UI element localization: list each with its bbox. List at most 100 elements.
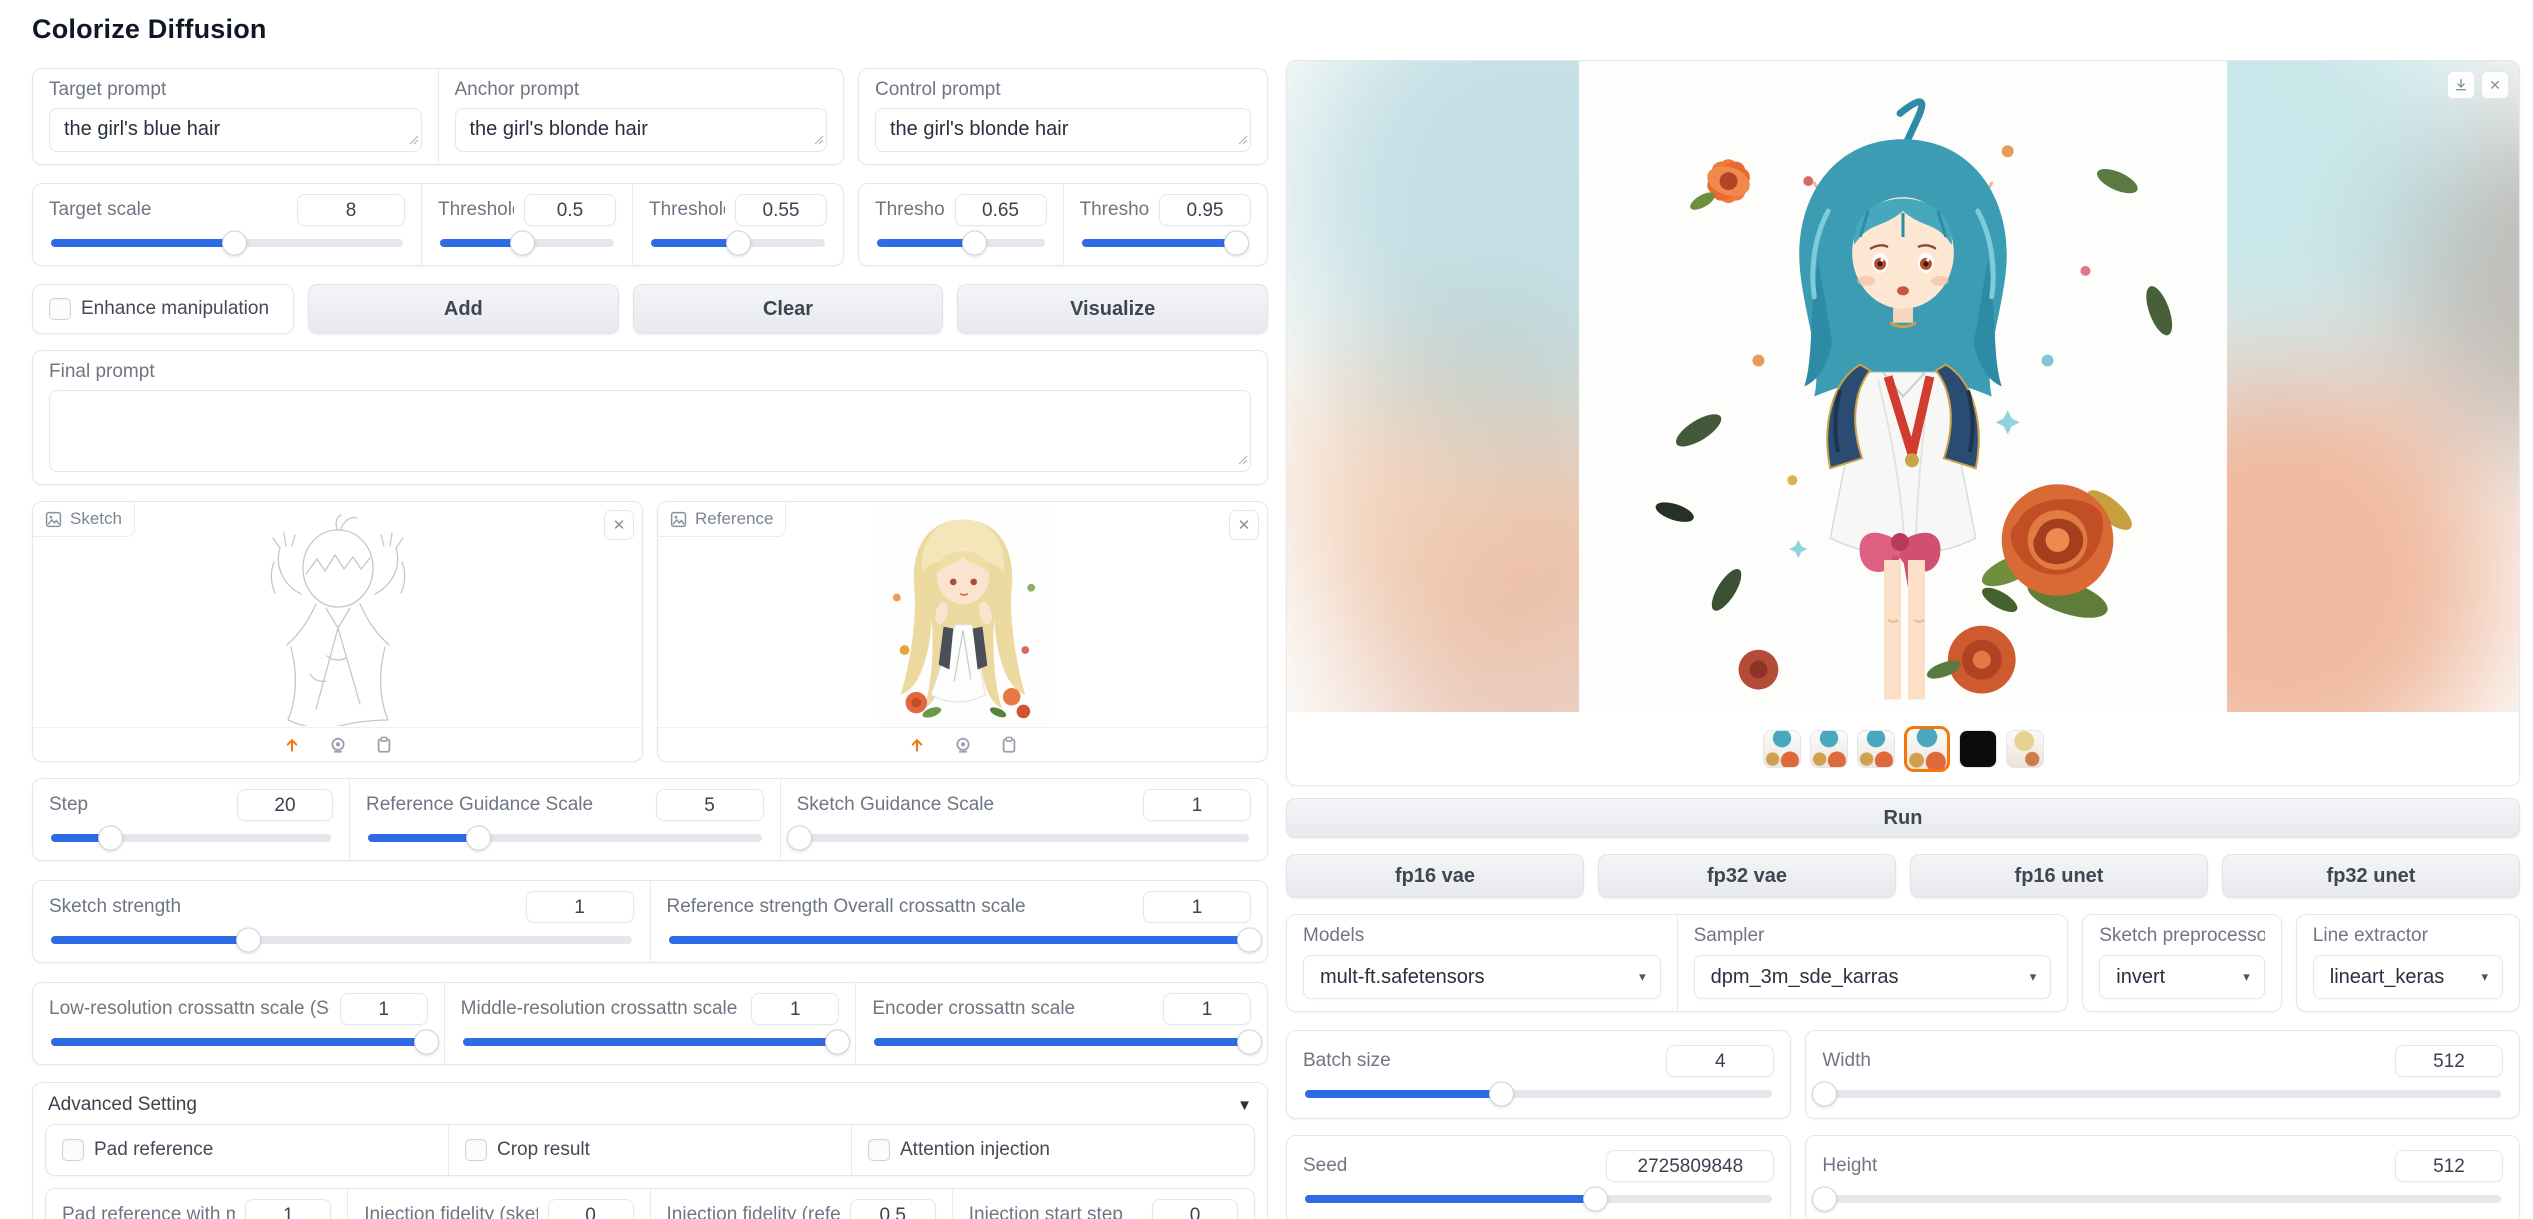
reference-guidance-slider[interactable] — [368, 834, 762, 842]
sketch-strength-slider[interactable] — [51, 936, 632, 944]
slider-handle[interactable] — [466, 826, 491, 851]
result-image[interactable] — [1579, 61, 2227, 712]
resize-handle-icon[interactable] — [1236, 133, 1248, 145]
reference-image-panel[interactable]: Reference ✕ — [657, 501, 1268, 762]
sketch-close-button[interactable]: ✕ — [604, 510, 634, 540]
threshold3-input[interactable]: 0.95 — [1159, 194, 1251, 226]
visualize-button[interactable]: Visualize — [957, 284, 1268, 334]
width-input[interactable]: 512 — [2395, 1045, 2503, 1077]
reference-guidance-input[interactable]: 5 — [656, 789, 764, 821]
checkbox-icon[interactable] — [49, 298, 71, 320]
pad-reference-checkbox[interactable]: Pad reference — [46, 1125, 448, 1175]
upload-icon[interactable] — [283, 736, 301, 754]
lowres-input[interactable]: 1 — [340, 993, 428, 1025]
sketch-guidance-input[interactable]: 1 — [1143, 789, 1251, 821]
slider-handle[interactable] — [726, 231, 751, 256]
pad-margin-input[interactable]: 1 — [245, 1199, 331, 1219]
slider-handle[interactable] — [787, 826, 812, 851]
height-slider[interactable] — [1824, 1195, 2501, 1203]
clipboard-icon[interactable] — [1000, 736, 1018, 754]
threshold1-slider[interactable] — [651, 239, 825, 247]
step-slider[interactable] — [51, 834, 331, 842]
injection-start-input[interactable]: 0 — [1152, 1199, 1238, 1219]
threshold0-slider[interactable] — [440, 239, 614, 247]
sampler-dropdown[interactable]: dpm_3m_sde_karras ▾ — [1694, 955, 2052, 999]
gallery-thumbnail-1[interactable] — [1763, 730, 1801, 768]
webcam-icon[interactable] — [329, 736, 347, 754]
slider-handle[interactable] — [1224, 231, 1249, 256]
fp32-unet-button[interactable]: fp32 unet — [2222, 854, 2520, 898]
gallery-thumbnail-4-selected[interactable] — [1904, 726, 1950, 772]
injection-sketch-input[interactable]: 0 — [548, 1199, 634, 1219]
encoder-input[interactable]: 1 — [1163, 993, 1251, 1025]
width-slider[interactable] — [1824, 1090, 2501, 1098]
reference-strength-slider[interactable] — [669, 936, 1250, 944]
sketch-strength-input[interactable]: 1 — [526, 891, 634, 923]
clear-button[interactable]: Clear — [633, 284, 944, 334]
slider-handle[interactable] — [1237, 928, 1262, 953]
line-extractor-dropdown[interactable]: lineart_keras ▾ — [2313, 955, 2503, 999]
slider-handle[interactable] — [962, 231, 987, 256]
gallery-thumbnail-6[interactable] — [2006, 730, 2044, 768]
slider-handle[interactable] — [236, 928, 261, 953]
batch-size-input[interactable]: 4 — [1666, 1045, 1774, 1077]
injection-reference-input[interactable]: 0.5 — [850, 1199, 936, 1219]
checkbox-icon[interactable] — [868, 1139, 890, 1161]
gallery-thumbnail-5[interactable] — [1959, 730, 1997, 768]
upload-icon[interactable] — [908, 736, 926, 754]
webcam-icon[interactable] — [954, 736, 972, 754]
run-button[interactable]: Run — [1286, 798, 2520, 838]
midres-slider[interactable] — [463, 1038, 838, 1046]
slider-handle[interactable] — [1583, 1187, 1608, 1212]
slider-handle[interactable] — [222, 231, 247, 256]
fp16-unet-button[interactable]: fp16 unet — [1910, 854, 2208, 898]
threshold2-input[interactable]: 0.65 — [955, 194, 1047, 226]
enhance-manipulation-checkbox[interactable]: Enhance manipulation — [32, 284, 294, 334]
fp32-vae-button[interactable]: fp32 vae — [1598, 854, 1896, 898]
target-scale-slider[interactable] — [51, 239, 403, 247]
checkbox-icon[interactable] — [465, 1139, 487, 1161]
seed-slider[interactable] — [1305, 1195, 1772, 1203]
threshold2-slider[interactable] — [877, 239, 1045, 247]
threshold0-input[interactable]: 0.5 — [524, 194, 616, 226]
target-prompt-input[interactable]: the girl's blue hair — [49, 108, 422, 152]
clipboard-icon[interactable] — [375, 736, 393, 754]
sketch-guidance-slider[interactable] — [799, 834, 1249, 842]
reference-strength-input[interactable]: 1 — [1143, 891, 1251, 923]
slider-handle[interactable] — [1237, 1030, 1262, 1055]
reference-close-button[interactable]: ✕ — [1229, 510, 1259, 540]
models-dropdown[interactable]: mult-ft.safetensors ▾ — [1303, 955, 1661, 999]
add-button[interactable]: Add — [308, 284, 619, 334]
slider-handle[interactable] — [1489, 1082, 1514, 1107]
lowres-slider[interactable] — [51, 1038, 426, 1046]
threshold3-slider[interactable] — [1082, 239, 1250, 247]
slider-handle[interactable] — [98, 826, 123, 851]
crop-result-checkbox[interactable]: Crop result — [448, 1125, 851, 1175]
fp16-vae-button[interactable]: fp16 vae — [1286, 854, 1584, 898]
slider-handle[interactable] — [1812, 1187, 1837, 1212]
slider-handle[interactable] — [510, 231, 535, 256]
final-prompt-input[interactable] — [49, 390, 1251, 472]
seed-input[interactable]: 2725809848 — [1606, 1150, 1774, 1182]
attention-injection-checkbox[interactable]: Attention injection — [851, 1125, 1254, 1175]
gallery-thumbnail-2[interactable] — [1810, 730, 1848, 768]
download-button[interactable] — [2447, 71, 2475, 99]
gallery-close-button[interactable]: ✕ — [2481, 71, 2509, 99]
step-input[interactable]: 20 — [237, 789, 333, 821]
resize-handle-icon[interactable] — [1236, 453, 1248, 465]
checkbox-icon[interactable] — [62, 1139, 84, 1161]
resize-handle-icon[interactable] — [407, 133, 419, 145]
resize-handle-icon[interactable] — [812, 133, 824, 145]
anchor-prompt-input[interactable]: the girl's blonde hair — [455, 108, 828, 152]
control-prompt-input[interactable]: the girl's blonde hair — [875, 108, 1251, 152]
slider-handle[interactable] — [414, 1030, 439, 1055]
midres-input[interactable]: 1 — [751, 993, 839, 1025]
slider-handle[interactable] — [1812, 1082, 1837, 1107]
slider-handle[interactable] — [825, 1030, 850, 1055]
batch-size-slider[interactable] — [1305, 1090, 1772, 1098]
sketch-image-panel[interactable]: Sketch ✕ — [32, 501, 643, 762]
height-input[interactable]: 512 — [2395, 1150, 2503, 1182]
gallery-thumbnail-3[interactable] — [1857, 730, 1895, 768]
sketch-preprocessor-dropdown[interactable]: invert ▾ — [2099, 955, 2265, 999]
advanced-setting-header[interactable]: Advanced Setting ▼ — [45, 1091, 1255, 1124]
